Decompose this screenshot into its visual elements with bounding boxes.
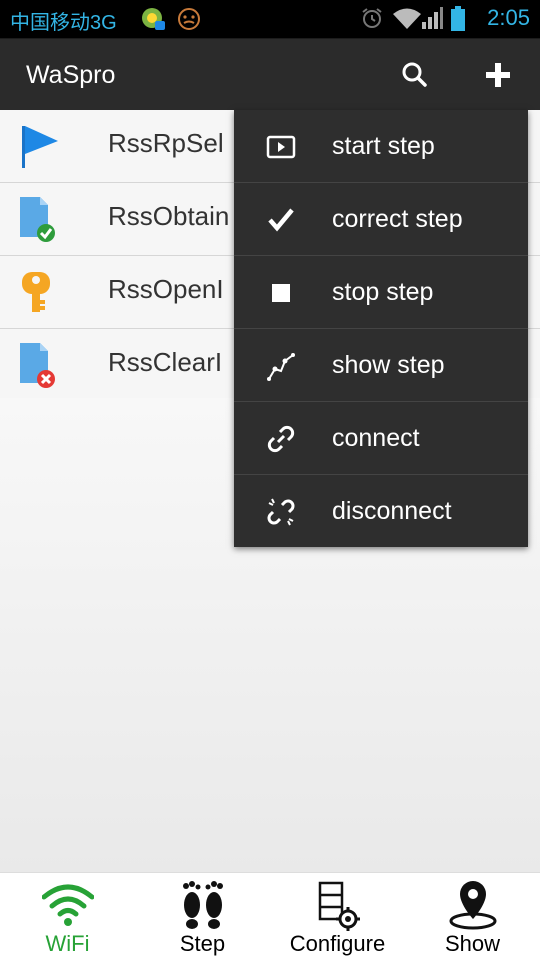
footprints-icon: [183, 881, 223, 929]
bottom-navigation: WiFi Step Configure Show: [0, 872, 540, 961]
path-icon: [267, 353, 295, 381]
menu-item-connect[interactable]: connect: [234, 402, 528, 475]
location-pin-icon: [449, 881, 497, 930]
menu-item-label: disconnect: [332, 497, 452, 525]
nav-label: WiFi: [45, 931, 90, 956]
menu-item-label: start step: [332, 132, 435, 160]
menu-item-start-step[interactable]: start step: [234, 110, 528, 183]
nav-item-show[interactable]: Show: [405, 873, 540, 961]
menu-item-stop-step[interactable]: stop step: [234, 256, 528, 329]
app-notification-icon: [142, 8, 165, 30]
nav-item-step[interactable]: Step: [135, 873, 270, 961]
clock: 2:05: [487, 5, 530, 30]
nav-item-configure[interactable]: Configure: [270, 873, 405, 961]
menu-item-disconnect[interactable]: disconnect: [234, 475, 528, 547]
search-button[interactable]: [396, 57, 432, 93]
unlink-icon: [267, 498, 295, 526]
app-title: WaSpro: [26, 61, 116, 89]
list-item-label: RssRpSel: [108, 128, 224, 158]
nav-item-wifi[interactable]: WiFi: [0, 873, 135, 961]
carrier-label: 中国移动3G: [10, 12, 117, 34]
key-icon: [22, 272, 50, 312]
menu-item-label: stop step: [332, 278, 434, 306]
wifi-icon: [42, 884, 94, 926]
list-item-label: RssClearI: [108, 347, 223, 377]
document-error-icon: [20, 343, 55, 388]
add-button[interactable]: [480, 57, 516, 93]
action-bar: WaSpro: [0, 38, 540, 110]
search-icon: [402, 62, 427, 87]
menu-item-correct-step[interactable]: correct step: [234, 183, 528, 256]
document-check-icon: [20, 197, 55, 242]
add-icon: [486, 63, 510, 87]
menu-item-label: show step: [332, 351, 445, 379]
nav-label: Show: [444, 931, 501, 956]
list-item-label: RssOpenI: [108, 274, 224, 304]
menu-item-show-step[interactable]: show step: [234, 329, 528, 402]
status-bar: 中国移动3G 2:05: [0, 0, 540, 38]
stop-icon: [272, 284, 290, 302]
face-icon: [178, 8, 200, 30]
nav-label: Configure: [289, 931, 386, 956]
battery-icon: [451, 6, 465, 31]
flag-icon: [22, 126, 58, 168]
wifi-icon: [393, 8, 421, 29]
list-item-label: RssObtain: [108, 201, 230, 231]
link-icon: [267, 425, 295, 453]
signal-icon: [422, 7, 443, 29]
configure-icon: [318, 881, 360, 931]
play-icon: [266, 135, 296, 159]
check-icon: [268, 208, 294, 232]
overflow-menu: start step correct step stop step show s…: [234, 110, 528, 547]
alarm-icon: [362, 8, 382, 28]
menu-item-label: connect: [332, 424, 420, 452]
nav-label: Step: [179, 931, 226, 956]
menu-item-label: correct step: [332, 205, 463, 233]
